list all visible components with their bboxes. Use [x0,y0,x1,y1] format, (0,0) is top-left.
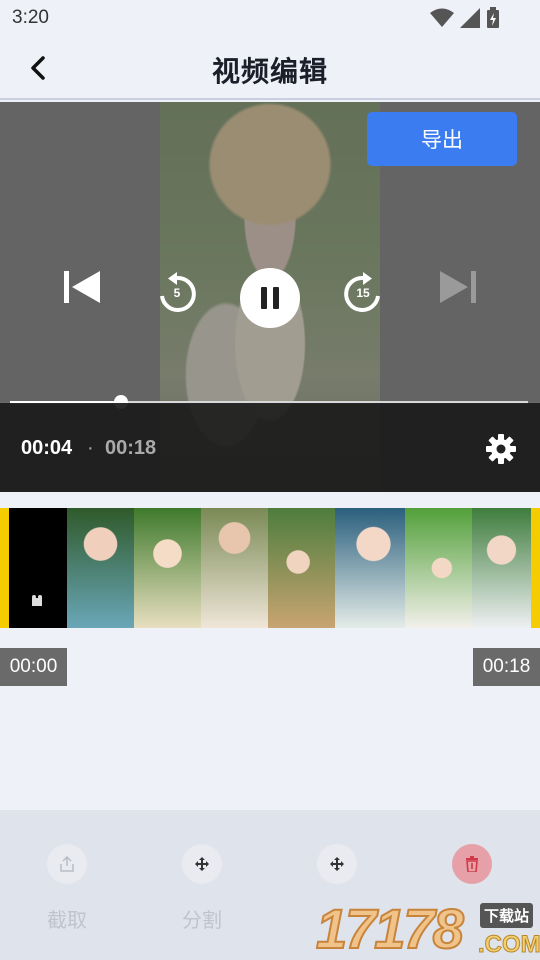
trim-tool-button[interactable]: 截取 [27,844,107,933]
thumbnail-glyph-icon [32,595,42,606]
pause-button[interactable] [240,268,300,328]
split-tool-button[interactable]: 分割 [162,844,242,933]
tool-icon-circle [317,844,357,884]
time-separator: · [87,437,94,459]
timeline-thumbnail [9,508,67,628]
current-time: 00:04 [21,437,73,459]
battery-icon [487,7,499,28]
move-icon [330,857,344,871]
pause-icon [261,287,267,309]
timeline-thumbnail [134,508,201,628]
watermark-digits: 17178 [315,897,465,960]
timeline-thumbnail [67,508,134,628]
forward-seconds: 15 [356,286,370,300]
settings-gear-icon[interactable] [485,433,517,465]
player-control-bar: 00:04 · 00:18 [0,403,540,492]
delete-tool-button[interactable] [432,844,512,904]
move-tool-button[interactable] [297,844,377,904]
watermark-suffix: .COM [478,931,540,959]
timeline-start-time: 00:00 [0,648,67,686]
total-time: 00:18 [105,437,157,459]
timeline-thumbnail [201,508,268,628]
pause-icon-bar [273,287,279,309]
tool-icon-circle [47,844,87,884]
timeline-end-time: 00:18 [473,648,540,686]
tool-icon-circle [452,844,492,884]
trim-handle-right[interactable] [531,508,540,628]
status-bar: 3:20 [0,0,540,36]
share-icon [60,855,74,872]
site-watermark-logo: 17178 下载站 .COM [315,897,540,960]
tool-icon-circle [182,844,222,884]
trim-handle-left[interactable] [0,508,9,628]
signal-icon [460,8,480,28]
wifi-icon [430,8,454,27]
page-title: 视频编辑 [211,56,328,87]
skip-next-icon[interactable] [438,267,478,307]
export-button[interactable]: 导出 [367,112,517,166]
timeline-thumbnail [268,508,335,628]
move-icon [195,857,209,871]
trash-icon [466,856,478,872]
timeline-strip[interactable] [0,508,540,628]
tool-label: 截取 [47,910,87,932]
forward-button[interactable]: 15 [341,272,385,316]
timeline-thumbnail [405,508,472,628]
timeline-thumbnail [472,508,531,628]
status-time: 3:20 [12,7,49,28]
status-icons [430,7,500,29]
timeline-thumbnail [335,508,405,628]
skip-previous-icon[interactable] [62,267,102,307]
app-header: 视频编辑 [0,36,540,100]
tool-label: 分割 [182,910,222,932]
video-player[interactable]: 导出 5 15 00:04 · 00:18 [0,102,540,492]
rewind-button[interactable]: 5 [155,272,199,316]
watermark-tag: 下载站 [480,903,534,928]
rewind-seconds: 5 [173,286,181,300]
